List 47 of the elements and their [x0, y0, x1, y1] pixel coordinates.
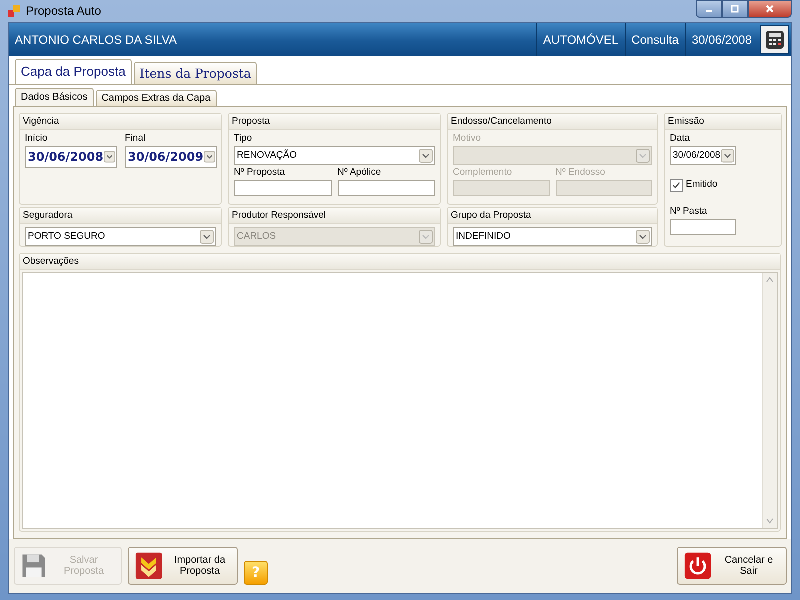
- field-label: Início: [25, 133, 49, 144]
- field-label: Complemento: [453, 167, 514, 178]
- group-title: Emissão: [665, 114, 781, 130]
- calculator-button[interactable]: [760, 25, 789, 54]
- power-icon: [684, 552, 712, 580]
- field-label: Nº Apólice: [338, 167, 382, 178]
- group-title: Produtor Responsável: [229, 208, 440, 224]
- checkbox[interactable]: [670, 179, 683, 192]
- checkbox-label: Emitido: [686, 179, 718, 190]
- close-icon: [765, 4, 775, 14]
- input-field[interactable]: [338, 180, 435, 196]
- group-title: Endosso/Cancelamento: [448, 114, 657, 130]
- group-title: Observações: [20, 254, 780, 270]
- exit-button[interactable]: Cancelar e Sair: [677, 547, 787, 585]
- tab[interactable]: Itens da Proposta: [134, 62, 258, 84]
- close-button[interactable]: [748, 0, 792, 18]
- field-label: Motivo: [453, 133, 482, 144]
- input-field[interactable]: [234, 180, 332, 196]
- field-label: Nº Proposta: [234, 167, 286, 178]
- scrollbar[interactable]: [762, 273, 777, 528]
- date-picker[interactable]: 30/06/2008: [670, 146, 736, 165]
- window-title: Proposta Auto: [26, 4, 102, 18]
- field-label: Nº Pasta: [670, 206, 708, 217]
- tab[interactable]: Campos Extras da Capa: [96, 90, 217, 106]
- group-title: Proposta: [229, 114, 440, 130]
- dropdown[interactable]: INDEFINIDO: [453, 227, 652, 246]
- group-title: Vigência: [20, 114, 221, 130]
- tab[interactable]: Dados Básicos: [15, 88, 94, 106]
- dropdown[interactable]: PORTO SEGURO: [25, 227, 216, 246]
- app-icon: [8, 5, 20, 17]
- maximize-icon: [730, 4, 740, 14]
- tab[interactable]: Capa da Proposta: [15, 59, 132, 84]
- maximize-button[interactable]: [722, 0, 748, 18]
- minimize-button[interactable]: [696, 0, 722, 18]
- field-label: Final: [125, 133, 147, 144]
- dropdown[interactable]: RENOVAÇÃO: [234, 146, 435, 165]
- date-picker[interactable]: 30/06/2009: [125, 146, 217, 168]
- group-title: Seguradora: [20, 208, 221, 224]
- date-picker[interactable]: 30/06/2008: [25, 146, 117, 168]
- field-label: Nº Endosso: [556, 167, 606, 178]
- import-icon: [135, 552, 163, 580]
- import-button[interactable]: Importar da Proposta: [128, 547, 238, 585]
- field-label: Tipo: [234, 133, 254, 144]
- group-title: Grupo da Proposta: [448, 208, 657, 224]
- client-name: ANTONIO CARLOS DA SILVA: [14, 32, 178, 46]
- input-field[interactable]: [670, 219, 736, 235]
- field-label: Data: [670, 133, 692, 144]
